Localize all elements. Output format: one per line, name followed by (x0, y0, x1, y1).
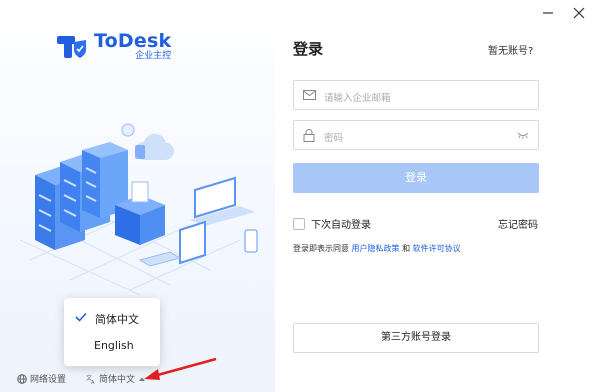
login-title: 登录 (293, 40, 324, 58)
network-settings-label: 网络设置 (30, 375, 67, 385)
close-icon[interactable] (572, 6, 586, 20)
network-settings-button[interactable]: 网络设置 (17, 372, 66, 385)
auto-login-checkbox[interactable]: 下次自动登录 (293, 216, 371, 231)
red-arrow-annotation (144, 357, 217, 380)
server-illustration (19, 123, 258, 295)
language-option-label: 简体中文 (95, 313, 139, 326)
language-option-zh[interactable]: 简体中文 (64, 304, 160, 332)
lock-icon (303, 129, 315, 142)
agreement-text: 登录即表示同意 用户隐私政策 和 软件许可协议 (293, 243, 461, 254)
todesk-logo-icon (57, 36, 86, 58)
mail-icon (303, 90, 316, 100)
agreement-prefix: 登录即表示同意 (293, 244, 349, 253)
password-field[interactable]: 密码 (293, 120, 539, 150)
password-placeholder: 密码 (324, 133, 344, 144)
auto-login-label: 下次自动登录 (311, 220, 371, 231)
brand-subtitle: 企业主控 (135, 51, 172, 61)
privacy-policy-link[interactable]: 用户隐私政策 (352, 244, 400, 253)
translate-icon: 文 A (86, 374, 95, 384)
register-link[interactable]: 暂无账号? (488, 42, 533, 57)
forgot-password-link[interactable]: 忘记密码 (498, 216, 538, 231)
language-selector-label: 简体中文 (99, 375, 136, 385)
email-placeholder: 请输入企业邮箱 (324, 93, 391, 104)
svg-text:A: A (91, 380, 95, 384)
minimize-icon[interactable] (541, 6, 555, 20)
eye-closed-icon[interactable] (517, 131, 529, 139)
login-button[interactable]: 登录 (293, 163, 539, 193)
brand-name: ToDesk (94, 30, 172, 52)
third-party-login-button[interactable]: 第三方账号登录 (293, 323, 539, 353)
globe-icon (17, 373, 27, 384)
check-icon (75, 312, 87, 322)
brand-logo: ToDesk 企业主控 (56, 30, 171, 61)
language-option-label: English (94, 339, 134, 352)
license-agreement-link[interactable]: 软件许可协议 (413, 244, 461, 253)
email-field[interactable]: 请输入企业邮箱 (293, 80, 539, 110)
left-panel: ToDesk 企业主控 简体中文 English 网络设置 文 A 简体中文 (0, 0, 275, 392)
checkbox-box[interactable] (293, 217, 305, 230)
agreement-and: 和 (402, 244, 411, 253)
